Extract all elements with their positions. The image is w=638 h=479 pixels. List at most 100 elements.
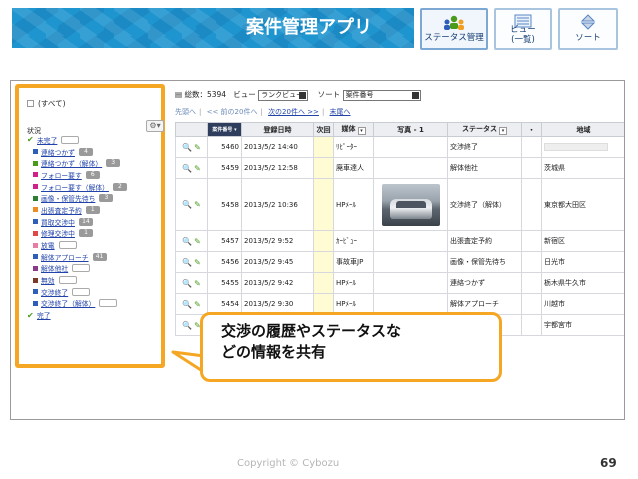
table-row[interactable]: 🔍 ✎ 5457 2013/5/2 9:52 ｶｰﾋﾞｭｰ 出張査定予約 新宿区: [175, 230, 624, 252]
edit-icon[interactable]: ✎: [194, 200, 201, 209]
sidebar-item-label[interactable]: フォロー要す: [41, 170, 82, 180]
row-actions: 🔍 ✎: [175, 272, 208, 294]
count-badge: 1: [78, 229, 93, 238]
sidebar-item-label[interactable]: 修理交渉中: [41, 228, 75, 238]
details-icon[interactable]: 🔍: [182, 321, 192, 330]
sidebar-item-label[interactable]: 解体アプローチ: [41, 252, 89, 262]
sidebar-item-label[interactable]: 放電: [41, 240, 55, 250]
status-management-button[interactable]: ステータス管理: [420, 8, 488, 50]
medium-cell: ﾘﾋﾟｰﾀｰ: [333, 136, 374, 158]
region-cell: 新宿区: [541, 230, 624, 252]
sort-select[interactable]: 案件番号: [342, 89, 421, 101]
count-badge: 41: [92, 252, 107, 261]
dot-cell: [521, 272, 542, 294]
first-page-link[interactable]: 先頭へ: [175, 108, 196, 116]
sidebar-item[interactable]: 交渉終了: [27, 286, 165, 298]
details-icon[interactable]: 🔍: [182, 258, 192, 267]
next-cell: [313, 230, 334, 252]
next-page-link[interactable]: 次の20件へ >>: [268, 108, 319, 116]
registered-date: 2013/5/2 14:40: [241, 136, 314, 158]
callout: 交渉の履歴やステータスな どの情報を共有: [200, 312, 502, 382]
edit-icon[interactable]: ✎: [194, 164, 201, 173]
case-number: 5458: [207, 178, 242, 231]
view-select-value: ランクビュー: [261, 90, 304, 99]
view-select[interactable]: ランクビュー: [258, 89, 309, 101]
check-icon: ✔: [27, 135, 34, 145]
prev-page-link[interactable]: << 前の20件へ: [207, 108, 258, 116]
region-cell: 日光市: [541, 251, 624, 273]
sidebar-item-label[interactable]: 連絡つかず（解体）: [41, 158, 102, 168]
row-actions: 🔍 ✎: [175, 178, 208, 231]
photo-cell: [373, 230, 448, 252]
list-view-button[interactable]: ビュー (一覧): [494, 8, 552, 50]
status-color-icon: [33, 184, 38, 190]
table-row[interactable]: 🔍 ✎ 5458 2013/5/2 10:36 HPﾒｰﾙ 交渉終了（解体） 東京都大田区: [175, 178, 624, 231]
sidebar-item[interactable]: 交渉終了（解体）: [27, 298, 165, 310]
count-badge: 3: [99, 194, 114, 203]
sidebar-item[interactable]: 画像・保管先待ち 3: [27, 192, 165, 204]
sidebar-item[interactable]: 出張査定予約 1: [27, 204, 165, 216]
sidebar-item-label[interactable]: 連絡つかず: [41, 147, 75, 157]
sidebar-item[interactable]: 無効: [27, 274, 165, 286]
col-photo[interactable]: 写真 - 1: [373, 122, 448, 137]
sidebar-item-label[interactable]: 交渉終了: [41, 287, 68, 297]
status-color-icon: [33, 300, 38, 306]
col-region[interactable]: 地域: [541, 122, 624, 137]
col-registered[interactable]: 登録日時: [241, 122, 314, 137]
sidebar-item[interactable]: ✔ 未完了: [27, 134, 165, 146]
last-page-link[interactable]: 末尾へ: [330, 108, 351, 116]
sidebar-item[interactable]: ✔ 完了: [27, 309, 165, 321]
dot-cell: [521, 136, 542, 158]
details-icon[interactable]: 🔍: [182, 200, 192, 209]
col-dot: ・: [521, 122, 542, 137]
sidebar-item-label[interactable]: 交渉終了（解体）: [41, 298, 95, 308]
edit-icon[interactable]: ✎: [194, 143, 201, 152]
details-icon[interactable]: 🔍: [182, 279, 192, 288]
col-medium[interactable]: 媒体 ▾: [333, 122, 374, 137]
sidebar-item-label[interactable]: 買取交渉中: [41, 217, 75, 227]
sort-button[interactable]: ソート: [558, 8, 618, 50]
gear-icon[interactable]: ⚙▾: [146, 120, 164, 132]
sidebar-item[interactable]: フォロー要す 6: [27, 169, 165, 181]
sidebar-item[interactable]: 連絡つかず（解体） 3: [27, 157, 165, 169]
sidebar-item-label[interactable]: 無効: [41, 275, 55, 285]
sidebar-item[interactable]: 放電: [27, 239, 165, 251]
filter-icon[interactable]: ▾: [357, 127, 366, 135]
details-icon[interactable]: 🔍: [182, 300, 192, 309]
sidebar-item[interactable]: 解体他社: [27, 263, 165, 275]
col-case-no[interactable]: 案件番号 ▾: [207, 122, 242, 137]
sidebar-item-label[interactable]: 画像・保管先待ち: [41, 193, 95, 203]
sidebar-item-label[interactable]: 出張査定予約: [41, 205, 82, 215]
table-row[interactable]: 🔍 ✎ 5460 2013/5/2 14:40 ﾘﾋﾟｰﾀｰ 交渉終了: [175, 136, 624, 158]
col-status[interactable]: ステータス ▾: [447, 122, 522, 137]
all-filter[interactable]: (すべて): [27, 98, 66, 109]
edit-icon[interactable]: ✎: [194, 258, 201, 267]
details-icon[interactable]: 🔍: [182, 143, 192, 152]
count-badge: 3: [106, 159, 121, 168]
details-icon[interactable]: 🔍: [182, 237, 192, 246]
region-cell: 宇都宮市: [541, 314, 624, 336]
case-number: 5460: [207, 136, 242, 158]
filter-icon[interactable]: ▾: [499, 127, 507, 135]
sidebar-item[interactable]: 連絡つかず 4: [27, 146, 165, 158]
edit-icon[interactable]: ✎: [194, 237, 201, 246]
sidebar-item-label[interactable]: 未完了: [37, 135, 57, 145]
list-icon: ▤: [175, 90, 183, 99]
sidebar-item-label[interactable]: 完了: [37, 310, 51, 320]
case-number: 5455: [207, 272, 242, 294]
sidebar-item[interactable]: フォロー要す（解体） 2: [27, 181, 165, 193]
sidebar-item[interactable]: 修理交渉中 1: [27, 228, 165, 240]
list-view-label: ビュー (一覧): [510, 25, 536, 46]
col-next[interactable]: 次回: [313, 122, 334, 137]
sidebar-item-label[interactable]: フォロー要す（解体）: [41, 182, 109, 192]
status-color-icon: [33, 265, 38, 271]
table-row[interactable]: 🔍 ✎ 5455 2013/5/2 9:42 HPﾒｰﾙ 連絡つかず 栃木県牛久市: [175, 272, 624, 294]
edit-icon[interactable]: ✎: [194, 279, 201, 288]
details-icon[interactable]: 🔍: [182, 164, 192, 173]
sidebar-item-label[interactable]: 解体他社: [41, 263, 68, 273]
sidebar-item[interactable]: 買取交渉中 14: [27, 216, 165, 228]
edit-icon[interactable]: ✎: [194, 300, 201, 309]
table-row[interactable]: 🔍 ✎ 5459 2013/5/2 12:58 廃車達人 解体他社 茨城県: [175, 157, 624, 179]
table-row[interactable]: 🔍 ✎ 5456 2013/5/2 9:45 事故車JP 画像・保管先待ち 日光市: [175, 251, 624, 273]
sidebar-item[interactable]: 解体アプローチ 41: [27, 251, 165, 263]
